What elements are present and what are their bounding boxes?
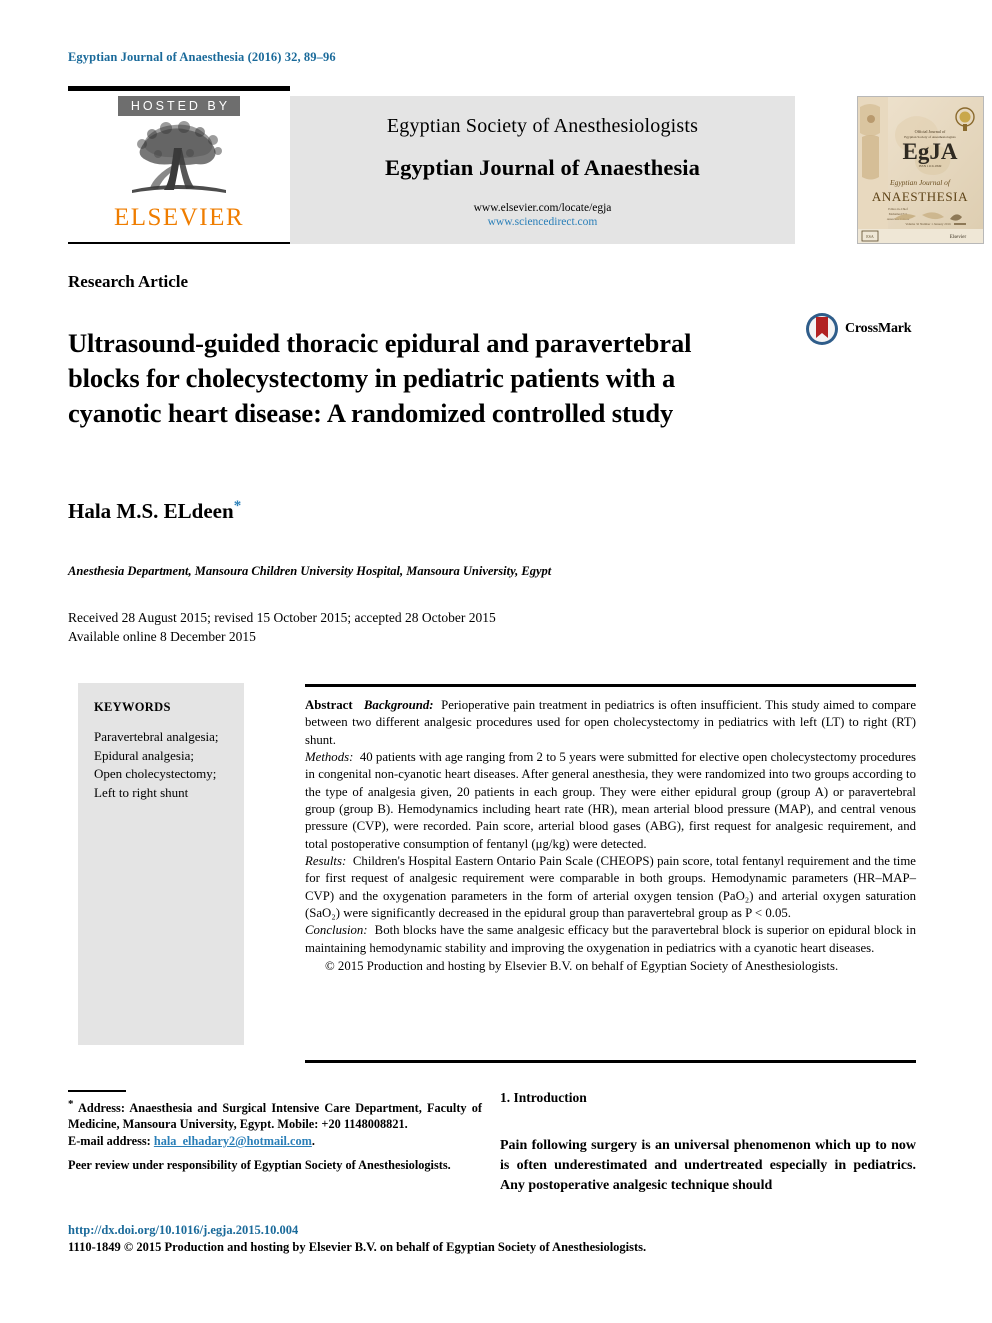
svg-text:Elsevier: Elsevier (950, 235, 967, 240)
abstract-body: Abstract Background: Perioperative pain … (305, 697, 916, 975)
affiliation: Anesthesia Department, Mansoura Children… (68, 564, 552, 578)
masthead-top-rule (68, 86, 290, 91)
abstract-methods: Methods: 40 patients with age ranging fr… (305, 749, 916, 853)
corresponding-address: * Address: Anaesthesia and Surgical Inte… (68, 1097, 482, 1134)
abstract-bottom-rule (305, 1060, 916, 1063)
masthead-bottom-rule (68, 242, 290, 244)
crossmark-label: CrossMark (845, 321, 912, 336)
results-text: Children's Hospital Eastern Ontario Pain… (305, 853, 916, 920)
introduction-paragraph: Pain following surgery is an universal p… (500, 1138, 916, 1194)
article-type: Research Article (68, 272, 189, 291)
footnote-divider (68, 1090, 126, 1092)
available-online-line: Available online 8 December 2015 (68, 629, 256, 645)
peer-review-note: Peer review under responsibility of Egyp… (68, 1157, 451, 1172)
conclusion-text: Both blocks have the same analgesic effi… (305, 923, 916, 955)
svg-text:ISSN 1110-1849: ISSN 1110-1849 (919, 164, 942, 168)
email-label: E-mail address: (68, 1134, 151, 1149)
crossmark-icon (806, 313, 838, 345)
keywords-heading: KEYWORDS (94, 700, 171, 714)
svg-text:EgJA: EgJA (903, 139, 958, 164)
abstract-results: Results: Children's Hospital Eastern Ont… (305, 853, 916, 922)
keyword-item: Paravertebral analgesia; (94, 729, 219, 744)
paper-page: Egyptian Journal of Anaesthesia (2016) 3… (0, 0, 992, 1323)
journal-name: Egyptian Journal of Anaesthesia (384, 155, 701, 180)
sciencedirect-url[interactable]: www.sciencedirect.com (290, 215, 795, 229)
elsevier-locate-url[interactable]: www.elsevier.com/locate/egja (290, 201, 795, 215)
svg-text:Egyptian Journal of: Egyptian Journal of (889, 178, 951, 187)
svg-text:Volume 32 Number 1 January 201: Volume 32 Number 1 January 2016 (905, 222, 951, 226)
email-period: . (311, 1134, 315, 1149)
page-title: Ultrasound-guided thoracic epidural and … (68, 327, 692, 429)
footnote-block: * Address: Anaesthesia and Surgical Inte… (68, 1090, 482, 1173)
publisher-block: HOSTED BY ELSEVIER (68, 96, 290, 244)
doi-block: http://dx.doi.org/10.1016/j.egja.2015.10… (68, 1222, 828, 1256)
keyword-item: Left to right shunt (94, 784, 189, 800)
methods-label: Methods: (305, 749, 354, 764)
abstract-top-rule (305, 684, 916, 687)
email-link[interactable]: hala_elhadary2@hotmail.com (154, 1134, 312, 1148)
journal-title-band: Egyptian Society of Anesthesiologists Eg… (290, 96, 795, 244)
svg-text:Official Journal of: Official Journal of (915, 129, 946, 134)
abstract-conclusion: Conclusion: Both blocks have the same an… (305, 922, 916, 957)
methods-text: 40 patients with age ranging from 2 to 5… (305, 749, 916, 851)
author-name: Hala M.S. ELdeen* (68, 498, 241, 524)
keywords-panel: KEYWORDS Paravertebral analgesia; Epidur… (78, 683, 244, 1045)
background-label: Background: (363, 698, 434, 712)
society-name: Egyptian Society of Anesthesiologists (386, 115, 699, 137)
svg-text:ANAESTHESIA: ANAESTHESIA (872, 189, 968, 204)
doi-link[interactable]: http://dx.doi.org/10.1016/j.egja.2015.10… (68, 1222, 828, 1238)
elsevier-tree-icon (132, 121, 226, 193)
received-line: Received 28 August 2015; revised 15 Octo… (68, 610, 496, 625)
introduction-heading: 1. Introduction (500, 1090, 587, 1105)
running-head: Egyptian Journal of Anaesthesia (2016) 3… (68, 50, 336, 64)
conclusion-label: Conclusion: (305, 923, 368, 938)
abstract-label: Abstract (305, 698, 353, 712)
keyword-item: Epidural analgesia; (94, 747, 194, 763)
keyword-item: Open cholecystectomy; (94, 766, 217, 782)
keywords-list: Paravertebral analgesia; Epidural analge… (94, 728, 244, 802)
footnote-marker: * (68, 1097, 74, 1110)
publication-dates: Received 28 August 2015; revised 15 Octo… (68, 608, 496, 646)
results-label: Results: (305, 853, 347, 868)
svg-text:ESA: ESA (866, 234, 874, 239)
introduction-section: 1. Introduction Pain following surgery i… (500, 1090, 916, 1196)
issn-copyright-line: 1110-1849 © 2015 Production and hosting … (68, 1240, 647, 1255)
email-line: E-mail address: hala_elhadary2@hotmail.c… (68, 1133, 482, 1150)
elsevier-wordmark: ELSEVIER (113, 204, 245, 231)
author-text: Hala M.S. ELdeen (68, 499, 234, 523)
journal-cover-image: Official Journal of Egyptian Society of … (857, 96, 984, 244)
svg-text:Editor-in-Chief: Editor-in-Chief (888, 207, 909, 211)
journal-urls: www.elsevier.com/locate/egja www.science… (290, 201, 795, 230)
abstract-copyright: © 2015 Production and hosting by Elsevie… (325, 958, 839, 973)
abstract-background: Abstract Background: Perioperative pain … (305, 697, 916, 749)
address-text: Address: Anaesthesia and Surgical Intens… (68, 1100, 482, 1132)
crossmark-badge[interactable]: CrossMark (805, 312, 912, 346)
author-marker[interactable]: * (234, 498, 242, 514)
hosted-by-badge: HOSTED BY (117, 96, 241, 116)
journal-masthead: HOSTED BY ELSEVIER Egyptian Society of A… (68, 86, 984, 244)
